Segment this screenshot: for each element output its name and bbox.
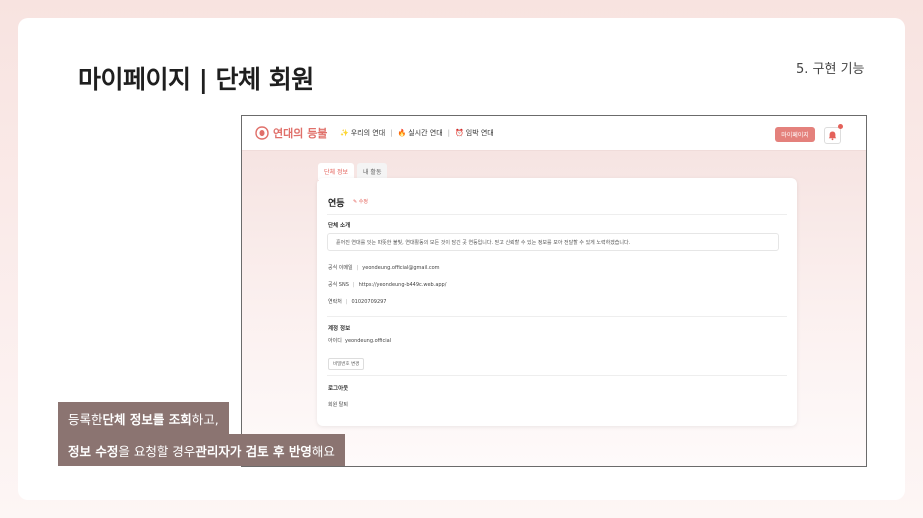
- divider: [327, 214, 787, 215]
- email-value: yeondeung.official@gmail.com: [362, 265, 440, 271]
- caption-line-2: 정보 수정 을 요청할 경우 관리자가 검토 후 반영 해요: [58, 434, 345, 466]
- org-info-card: 연등 ✎ 수정 단체 소개 흩어진 연대를 잇는 따뜻한 불빛, 연대활동의 모…: [317, 178, 797, 426]
- nav-label: 우리의 연대: [350, 129, 386, 137]
- alarm-clock-icon: ⏰: [455, 129, 464, 137]
- id-row: 아이디 yeondeung.official: [328, 337, 391, 344]
- notification-button[interactable]: [824, 124, 843, 144]
- caption-highlight: 단체 정보를 조회: [102, 411, 192, 427]
- sparkle-icon: ✨: [340, 129, 349, 137]
- slide-title: 마이페이지 | 단체 회원: [78, 65, 314, 94]
- phone-label: 연락처: [328, 299, 342, 305]
- withdraw-button[interactable]: 회원 탈퇴: [328, 401, 348, 408]
- caption-highlight: 관리자가 검토 후 반영: [195, 443, 312, 459]
- app-screenshot: 연대의 등불 ✨ 우리의 연대 | 🔥 실시간 연대 | ⏰ 임박 연대 마이페…: [241, 115, 867, 467]
- nav-label: 실시간 연대: [408, 129, 443, 137]
- bell-icon: [828, 131, 837, 141]
- phone-row: 연락처 | 01020709297: [328, 298, 387, 305]
- change-password-button[interactable]: 비밀번호 변경: [328, 358, 365, 370]
- lantern-logo-icon: [255, 126, 269, 140]
- email-label: 공식 이메일: [328, 265, 353, 271]
- caption-text: 등록한: [68, 411, 103, 427]
- section-label: 5. 구현 기능: [796, 62, 865, 77]
- intro-text: 흩어진 연대를 잇는 따뜻한 불빛, 연대활동의 모든 것이 담긴 곳 연등입니…: [327, 233, 779, 251]
- sns-link[interactable]: https://yeondeung-b449c.web.app/: [359, 282, 447, 288]
- separator: |: [345, 299, 348, 305]
- logo[interactable]: 연대의 등불: [254, 125, 327, 141]
- sns-row: 공식 SNS | https://yeondeung-b449c.web.app/: [328, 281, 446, 288]
- caption-text: 해요: [311, 443, 335, 459]
- sns-label: 공식 SNS: [328, 282, 349, 288]
- nav-separator: |: [447, 129, 451, 137]
- nav-item-our-solidarity[interactable]: ✨ 우리의 연대: [340, 128, 385, 138]
- caption-highlight: 정보 수정: [68, 443, 119, 459]
- nav-item-realtime[interactable]: 🔥 실시간 연대: [398, 128, 443, 138]
- caption-text: 을 요청할 경우: [118, 443, 196, 459]
- edit-button[interactable]: ✎ 수정: [353, 198, 368, 205]
- id-label: 아이디: [328, 338, 342, 344]
- logo-text: 연대의 등불: [273, 127, 328, 140]
- nav-menu: ✨ 우리의 연대 | 🔥 실시간 연대 | ⏰ 임박 연대: [340, 128, 494, 138]
- nav-item-imminent[interactable]: ⏰ 임박 연대: [455, 128, 494, 138]
- caption-line-1: 등록한 단체 정보를 조회 하고,: [58, 402, 229, 434]
- email-row: 공식 이메일 | yeondeung.official@gmail.com: [328, 264, 440, 271]
- nav-separator: |: [390, 129, 393, 137]
- separator: |: [356, 265, 359, 271]
- navbar: 연대의 등불 ✨ 우리의 연대 | 🔥 실시간 연대 | ⏰ 임박 연대 마이페…: [242, 116, 866, 151]
- logout-button[interactable]: 로그아웃: [328, 384, 348, 392]
- separator: |: [352, 282, 355, 288]
- notification-dot: [838, 124, 843, 129]
- divider: [327, 375, 787, 376]
- org-name: 연등: [328, 199, 345, 209]
- id-value: yeondeung.official: [345, 338, 392, 344]
- phone-value: 01020709297: [351, 299, 387, 305]
- account-title: 계정 정보: [328, 326, 351, 332]
- nav-label: 임박 연대: [465, 129, 494, 137]
- mypage-button[interactable]: 마이페이지: [775, 127, 815, 142]
- caption-text: 하고,: [191, 411, 219, 427]
- divider: [327, 316, 787, 317]
- intro-title: 단체 소개: [328, 223, 351, 229]
- fire-icon: 🔥: [397, 129, 407, 137]
